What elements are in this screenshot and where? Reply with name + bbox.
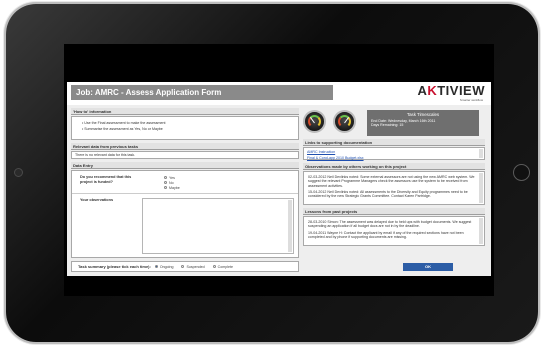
aktiview-logo: AKTIVIEW — [417, 83, 485, 98]
observations-textarea[interactable] — [142, 198, 294, 254]
radio-selected-icon — [154, 265, 158, 268]
lesson-entry: 28-03-2010 Simon: The assessment was del… — [308, 220, 472, 229]
links-header: Links to supporting documentation — [303, 139, 485, 146]
data-entry-box: Do you recommend that this project is fu… — [71, 170, 299, 258]
relevant-data-text: There is no relevant data for this task. — [71, 151, 299, 159]
task-summary-bar: Task summary (please tick each time): On… — [71, 261, 299, 272]
logo-tagline: Smarter workflow — [459, 98, 483, 102]
radio-maybe[interactable]: Maybe — [164, 185, 180, 190]
time-gauge-icon — [333, 110, 356, 133]
radio-circle-icon — [164, 186, 167, 189]
recommend-radio-group: Yes No Maybe — [164, 175, 180, 190]
link-amrc-instruction[interactable]: AMRC Instruction — [307, 150, 481, 154]
progress-gauge-icon — [303, 110, 326, 133]
home-button[interactable] — [513, 164, 530, 181]
observations-label: Your observations — [80, 198, 114, 202]
lessons-header: Lessons from past projects — [303, 208, 485, 215]
ok-button[interactable]: OK — [403, 263, 453, 271]
task-timescales-title: Task Timescales — [406, 112, 440, 117]
task-summary-label: Task summary (please tick each time): — [78, 264, 151, 269]
radio-circle-icon — [164, 181, 167, 184]
observations-others-box: 02-03-2012 Neil Devlinks noted: Some ext… — [303, 171, 485, 205]
lessons-box: 28-03-2010 Simon: The assessment was del… — [303, 216, 485, 246]
radio-suspended[interactable]: Suspended — [181, 264, 205, 269]
how-to-box: • Use the Final assessment to make the a… — [71, 116, 299, 140]
divider — [72, 193, 298, 194]
radio-complete[interactable]: Complete — [212, 264, 233, 269]
observations-others-header: Observations made by others working on t… — [303, 163, 485, 170]
job-title: Job: AMRC - Assess Application Form — [71, 85, 333, 100]
task-timescales-panel: Task Timescales End Date: Wednesday, Mar… — [367, 110, 479, 136]
how-to-bullet: • Use the Final assessment to make the a… — [82, 121, 166, 125]
tablet-frame: Job: AMRC - Assess Application Form AKTI… — [6, 4, 538, 342]
observation-entry: 15-04-2012 Neil Devlinks noted: All asse… — [308, 189, 468, 199]
radio-circle-icon — [181, 265, 185, 268]
radio-circle-icon — [212, 265, 216, 268]
camera-icon — [14, 168, 23, 177]
funding-question: Do you recommend that this project is fu… — [80, 175, 132, 184]
observations-scrollbar[interactable] — [479, 173, 483, 203]
textarea-scrollbar[interactable] — [288, 200, 292, 252]
how-to-bullet: • Summarise the assessment as Yes, No or… — [82, 127, 163, 132]
title-bar: Job: AMRC - Assess Application Form AKTI… — [67, 82, 491, 105]
lesson-entry: 19-04-2011 Wayne H: Contact the applican… — [308, 230, 464, 239]
radio-ongoing[interactable]: Ongoing — [154, 264, 173, 269]
relevant-data-header: Relevant data from previous tasks — [71, 143, 299, 150]
data-entry-header: Data Entry — [71, 162, 299, 169]
observation-entry: 02-03-2012 Neil Devlinks noted: Some ext… — [308, 175, 475, 188]
app-window: Job: AMRC - Assess Application Form AKTI… — [67, 82, 491, 276]
links-box: AMRC Instruction Final & Cond-app 2010 B… — [303, 147, 485, 160]
radio-circle-icon — [164, 176, 167, 179]
link-budget-file[interactable]: Final & Cond-app 2010 Budget.xlsx — [307, 156, 481, 160]
links-scrollbar[interactable] — [479, 149, 483, 158]
lessons-scrollbar[interactable] — [479, 218, 483, 244]
days-remaining: Days Remaining: 15 — [371, 123, 404, 127]
how-to-header: 'How to' information — [71, 108, 299, 115]
tablet-screen: Job: AMRC - Assess Application Form AKTI… — [64, 44, 494, 296]
